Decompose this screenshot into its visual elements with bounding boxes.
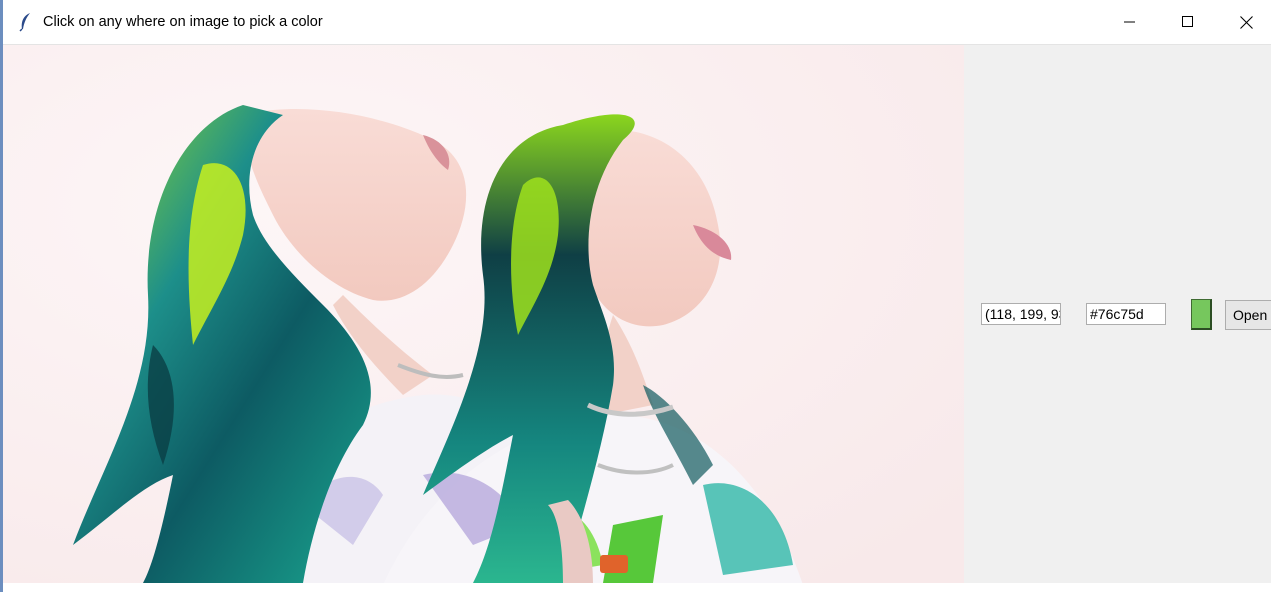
window-bottom-edge — [3, 583, 1271, 592]
open-button[interactable]: Open — [1225, 300, 1271, 330]
close-icon — [1239, 15, 1253, 29]
minimize-icon — [1124, 21, 1135, 23]
color-picker-window: Click on any where on image to pick a co… — [0, 0, 1271, 592]
minimize-button[interactable] — [1101, 0, 1159, 44]
title-bar[interactable]: Click on any where on image to pick a co… — [3, 0, 1271, 45]
close-button[interactable] — [1217, 0, 1271, 44]
hex-value-field[interactable]: #76c75d — [1086, 303, 1166, 325]
maximize-icon — [1182, 16, 1193, 27]
rgb-value-field[interactable]: (118, 199, 93) — [981, 303, 1061, 325]
feather-icon — [17, 12, 35, 32]
photo-image[interactable] — [3, 45, 964, 583]
color-swatch — [1191, 299, 1212, 330]
maximize-button[interactable] — [1159, 0, 1217, 44]
window-title: Click on any where on image to pick a co… — [43, 14, 323, 30]
